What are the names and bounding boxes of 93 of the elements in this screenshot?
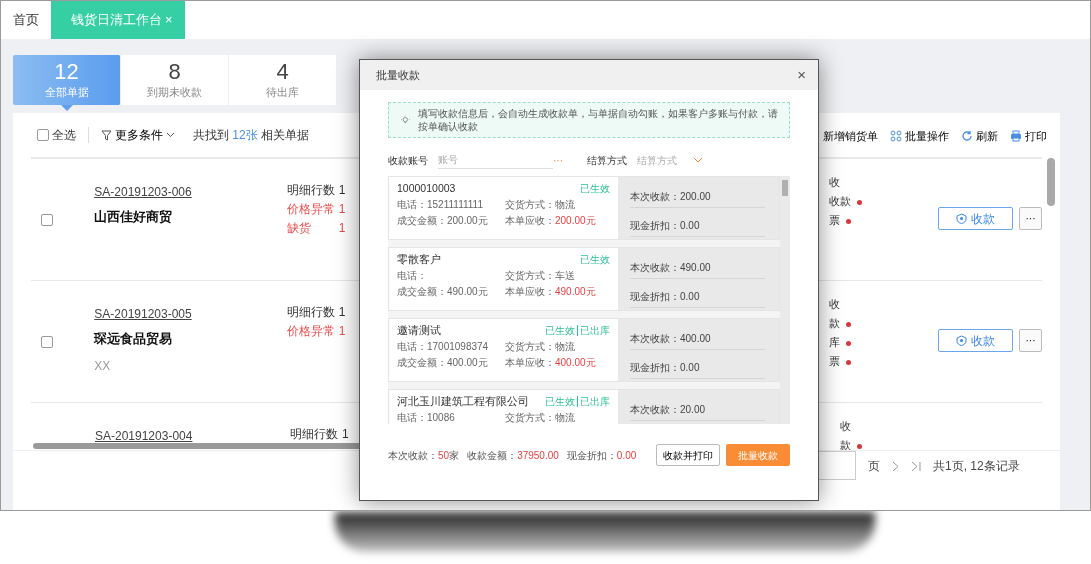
dialog-title: 批量收款 [376,67,420,83]
customer-name: 邀请测试 [397,324,441,337]
customer-name: 山西佳好商贸 [94,208,173,226]
more-button[interactable]: ··· [1019,329,1042,352]
row-checkbox[interactable] [41,213,53,226]
status-label: 票 [829,211,852,230]
stat-text: 明细行数 1 [286,305,346,319]
delivery-text: 交货方式：车送 [505,269,576,282]
select-all-checkbox[interactable]: 全选 [37,126,76,144]
receive-button[interactable]: 收款 [938,207,1013,230]
page-summary: 共1页, 12条记录 [933,457,1020,475]
receive-amount: 本次收款：490.00 [630,260,765,279]
vertical-scrollbar[interactable] [1047,158,1055,206]
toolbar-button[interactable]: 刷新 [961,128,998,145]
status-label: 收款 [829,192,863,211]
order-note: XX [94,357,111,375]
tab[interactable]: 首页 [1,1,51,39]
filter-icon [101,129,112,141]
shield-icon [956,213,967,224]
status-label: 收 [840,419,851,434]
summary-text: 现金折扣：0.00 [566,448,637,463]
discount-text: 现金折扣：0.00 [630,360,765,379]
due-text: 本单应收：200.00元 [505,214,597,227]
order-number-link[interactable]: SA-20191203-006 [94,185,192,199]
result-count: 共找到 12张 相关单据 [193,127,310,144]
status-label: 票 [829,352,852,371]
due-text: 本单应收：400.00元 [505,356,597,369]
tip-text: 填写收款信息后，会自动生成收款单，与单据自动勾账，如果客户多账与付款，请按单确认收款 [417,107,779,133]
delivery-text: 交货方式：物流 [505,198,576,211]
discount-text: 现金折扣：0.00 [630,218,765,237]
amount-text: 成交金额：490.00元 [397,285,489,298]
page-input[interactable] [818,451,856,480]
order-number-link[interactable]: SA-20191203-004 [95,429,193,443]
field-label: 结算方式 [587,153,627,168]
amount-text: 成交金额：200.00元 [397,214,489,227]
dialog-scrollbar[interactable] [780,176,790,424]
chevron-down-icon [693,157,703,163]
lightbulb-icon [401,114,410,126]
refresh-icon [961,130,973,143]
last-page-icon [911,460,921,472]
status-tags: 已生效 已出库 [545,395,610,408]
page-label: 页 [868,457,880,475]
row-checkbox[interactable] [41,335,53,348]
delivery-text: 交货方式：物流 [505,340,576,353]
status-tags: 已生效 已出库 [545,324,610,337]
order-number-link[interactable]: SA-20191203-005 [94,307,192,321]
customer-name: 1000010003 [397,182,456,195]
phone-text: 电话： [397,269,428,282]
chevron-right-icon [892,460,899,472]
receive-amount: 本次收款：400.00 [630,331,765,350]
phone-text: 电话：15211111111 [397,198,484,211]
stat-card[interactable]: 8 到期未收款 [121,55,229,105]
input-field[interactable]: 结算方式 [637,151,685,169]
receive-button[interactable]: 收款 [938,329,1013,352]
input-field[interactable]: 账号 [438,151,553,169]
printer-icon [1010,130,1022,143]
filter-button[interactable]: 更多条件 [101,126,175,144]
summary-text: 收款金额：37950.00 [467,448,559,463]
status-tags: 已生效 [580,182,610,195]
stat-text: 缺货 1 [286,221,346,235]
customer-name: 河北玉川建筑工程有限公司 [397,395,529,408]
stat-text: 明细行数 1 [286,183,346,197]
amount-text: 成交金额：400.00元 [397,356,489,369]
summary-text: 本次收款：50家 [388,448,460,463]
due-text: 本单应收：490.00元 [505,285,597,298]
customer-name: 零散客户 [397,253,441,266]
phone-text: 电话：17001098374 [397,340,490,353]
status-label: 收 [829,175,841,190]
receive-print-button[interactable]: 收款并打印 [656,444,720,466]
shield-icon [956,335,967,346]
toolbar-button[interactable]: 打印 [1010,128,1047,145]
customer-name: 琛远食品贸易 [94,330,173,348]
toolbar-button[interactable]: 新增销货单 [823,128,878,145]
status-tags: 已生效 [580,253,610,266]
discount-text: 现金折扣：0.00 [630,289,765,308]
status-label: 款 [840,436,862,450]
field-label: 收款账号 [388,153,428,168]
status-label: 款 [829,314,852,333]
status-label: 库 [829,333,852,352]
grid-icon [890,130,902,143]
stat-card[interactable]: 4 待出库 [229,55,337,105]
phone-text: 电话：10086 [397,411,456,424]
stat-text: 价格异常 1 [286,202,346,216]
more-button[interactable]: ··· [1019,207,1042,230]
close-button[interactable]: × [797,63,806,87]
delivery-text: 交货方式：物流 [505,411,576,424]
toolbar-button[interactable]: 批量操作 [890,128,949,145]
stat-text: 明细行数 1 [290,427,349,441]
receive-amount: 本次收款：200.00 [630,189,765,208]
chevron-down-icon [166,132,175,138]
receive-amount: 本次收款：20.00 [630,402,765,421]
stat-text: 价格异常 1 [286,324,346,338]
status-label: 收 [829,297,841,312]
